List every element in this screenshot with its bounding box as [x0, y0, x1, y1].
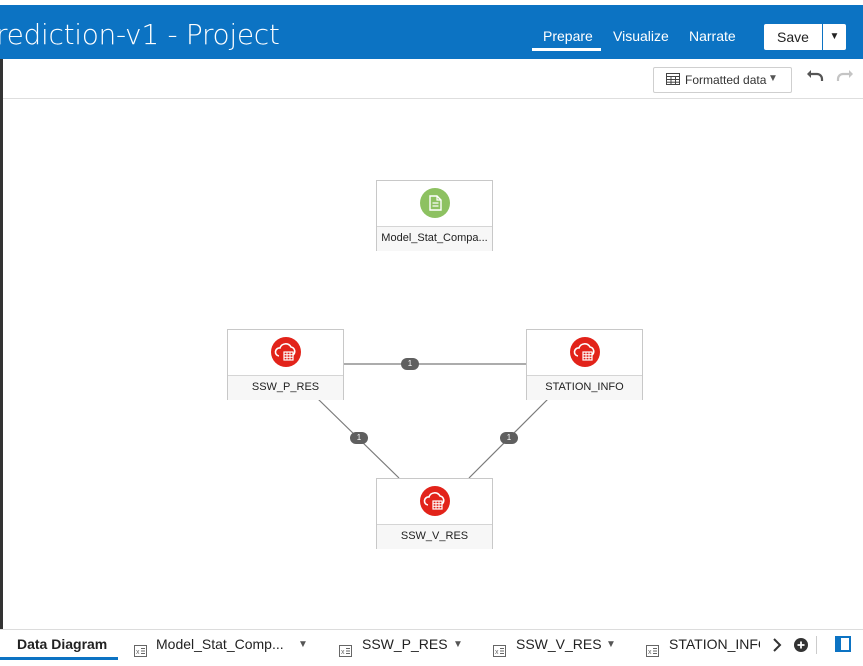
- formatted-data-label: Formatted data: [685, 73, 767, 87]
- panel-toggle-icon[interactable]: [835, 636, 851, 657]
- cloud-table-icon: [570, 337, 600, 367]
- bottom-tab-bar: Data Diagram x Model_Stat_Comp... ▼ x SS…: [0, 630, 863, 660]
- document-icon: [420, 188, 450, 218]
- svg-text:x: x: [341, 649, 345, 656]
- node-label: SSW_P_RES: [228, 375, 343, 400]
- tab-label: Data Diagram: [17, 636, 108, 652]
- tab-visualize[interactable]: Visualize: [613, 24, 669, 48]
- tab-label: SSW_V_RES: [516, 636, 602, 652]
- plus-circle-icon[interactable]: [793, 637, 809, 658]
- caret-down-icon[interactable]: ▼: [606, 631, 616, 659]
- caret-down-icon[interactable]: ▼: [298, 631, 308, 659]
- tab-label: STATION_INFC: [669, 636, 760, 652]
- tab-separator: [816, 636, 817, 654]
- diagram-node-ssw-p-res[interactable]: SSW_P_RES: [227, 329, 344, 400]
- svg-text:x: x: [648, 649, 652, 656]
- join-count-badge[interactable]: 1: [500, 432, 518, 444]
- data-diagram-canvas[interactable]: 1 1 1 Model_Stat_Compa... SSW_P_RES STAT…: [0, 99, 863, 629]
- node-label: STATION_INFO: [527, 375, 642, 400]
- undo-icon: [807, 70, 824, 81]
- table-icon: [666, 73, 680, 88]
- node-label: Model_Stat_Compa...: [377, 226, 492, 251]
- cloud-table-icon: [271, 337, 301, 367]
- project-title: rediction-v1 - Project: [0, 18, 280, 51]
- formatted-data-dropdown[interactable]: Formatted data ▼: [653, 67, 792, 93]
- app-header: rediction-v1 - Project Prepare Visualize…: [0, 5, 863, 59]
- diagram-node-ssw-v-res[interactable]: SSW_V_RES: [376, 478, 493, 549]
- undo-button[interactable]: [806, 67, 826, 87]
- save-menu-button[interactable]: ▼: [823, 24, 846, 50]
- excel-icon: x: [134, 638, 147, 666]
- svg-text:x: x: [495, 649, 499, 656]
- caret-down-icon[interactable]: ▼: [453, 631, 463, 659]
- tab-station-info[interactable]: x STATION_INFC: [646, 630, 760, 660]
- redo-icon: [836, 70, 853, 81]
- diagram-node-station-info[interactable]: STATION_INFO: [526, 329, 643, 400]
- diagram-connections: [317, 363, 549, 479]
- caret-down-icon: ▼: [829, 31, 840, 42]
- active-tab-indicator: [532, 48, 601, 51]
- tab-label: SSW_P_RES: [362, 636, 448, 652]
- tab-prepare[interactable]: Prepare: [543, 24, 593, 48]
- tab-narrate[interactable]: Narrate: [689, 24, 736, 48]
- tab-data-diagram[interactable]: Data Diagram: [17, 630, 107, 660]
- excel-icon: x: [646, 638, 659, 660]
- node-label: SSW_V_RES: [377, 524, 492, 549]
- excel-icon: x: [493, 638, 506, 666]
- svg-text:x: x: [136, 649, 140, 656]
- join-count-badge[interactable]: 1: [401, 358, 419, 370]
- caret-down-icon: ▼: [768, 73, 778, 84]
- redo-button[interactable]: [836, 67, 856, 87]
- join-count-badge[interactable]: 1: [350, 432, 368, 444]
- diagram-node-model-stat[interactable]: Model_Stat_Compa...: [376, 180, 493, 251]
- chevron-right-icon[interactable]: [771, 637, 783, 658]
- cloud-table-icon: [420, 486, 450, 516]
- tab-label: Model_Stat_Comp...: [156, 636, 284, 652]
- save-button[interactable]: Save: [764, 24, 822, 50]
- excel-icon: x: [339, 638, 352, 666]
